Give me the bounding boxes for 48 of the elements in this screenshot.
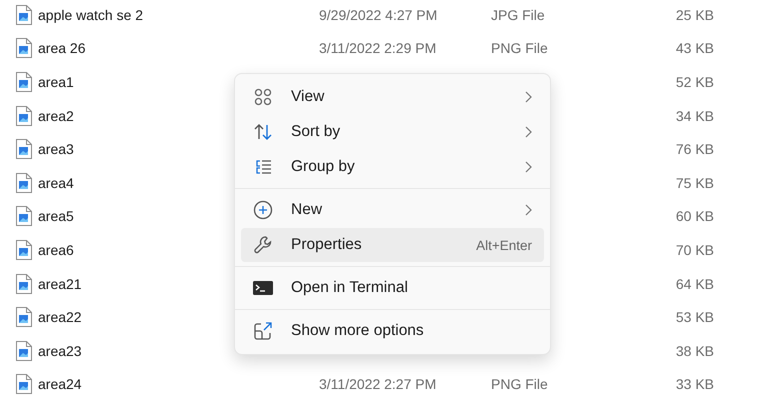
- file-size: 52 KB: [674, 74, 714, 90]
- date-modified: 9/29/2022 4:27 PM: [319, 6, 438, 23]
- file-name[interactable]: area24: [38, 376, 319, 392]
- plus-circle-icon: [253, 200, 273, 220]
- file-size: 75 KB: [674, 174, 714, 191]
- file-size: 33 KB: [674, 376, 714, 392]
- image-file-icon: [16, 38, 32, 58]
- file-size: 34 KB: [674, 108, 714, 124]
- image-file-icon: [16, 4, 32, 25]
- file-size: 76 KB: [674, 141, 714, 158]
- menu-item[interactable]: Show more options: [241, 314, 544, 348]
- menu-item[interactable]: Properties Alt+Enter: [241, 228, 544, 262]
- image-file-icon: [16, 172, 32, 193]
- file-name[interactable]: area 26: [38, 40, 319, 56]
- file-type: PNG File: [491, 376, 548, 392]
- terminal-icon: [253, 280, 273, 296]
- image-file-icon: [16, 307, 32, 328]
- file-size: 60 KB: [674, 208, 714, 224]
- grid-icon: [254, 88, 272, 106]
- shortcut-text: Alt+Enter: [476, 238, 532, 252]
- file-size: 25 KB: [674, 6, 714, 23]
- menu-item[interactable]: Open in Terminal: [241, 271, 544, 305]
- file-size: 64 KB: [674, 276, 714, 292]
- sort-icon: [253, 123, 273, 141]
- file-size: 53 KB: [674, 309, 714, 326]
- image-file-icon: [16, 274, 32, 294]
- image-file-icon: [16, 340, 32, 361]
- file-size: 70 KB: [674, 242, 714, 258]
- menu-item[interactable]: New: [241, 193, 544, 227]
- menu-item[interactable]: View: [241, 80, 544, 114]
- file-name[interactable]: apple watch se 2: [38, 6, 319, 23]
- image-file-icon: [16, 106, 32, 126]
- list-icon: [254, 158, 272, 176]
- file-type: PNG File: [491, 40, 548, 56]
- menu-item[interactable]: Sort by: [241, 115, 544, 149]
- image-file-icon: [16, 374, 32, 394]
- menu-item[interactable]: Group by: [241, 150, 544, 184]
- wrench-icon: [253, 235, 273, 255]
- file-type: JPG File: [491, 6, 545, 23]
- image-file-icon: [16, 206, 32, 226]
- expand-icon: [253, 321, 273, 341]
- file-size: 43 KB: [674, 40, 714, 56]
- image-file-icon: [16, 240, 32, 260]
- image-file-icon: [16, 139, 32, 160]
- date-modified: 3/11/2022 2:27 PM: [319, 376, 436, 392]
- image-file-icon: [16, 72, 32, 92]
- file-size: 38 KB: [674, 342, 714, 359]
- date-modified: 3/11/2022 2:29 PM: [319, 40, 436, 56]
